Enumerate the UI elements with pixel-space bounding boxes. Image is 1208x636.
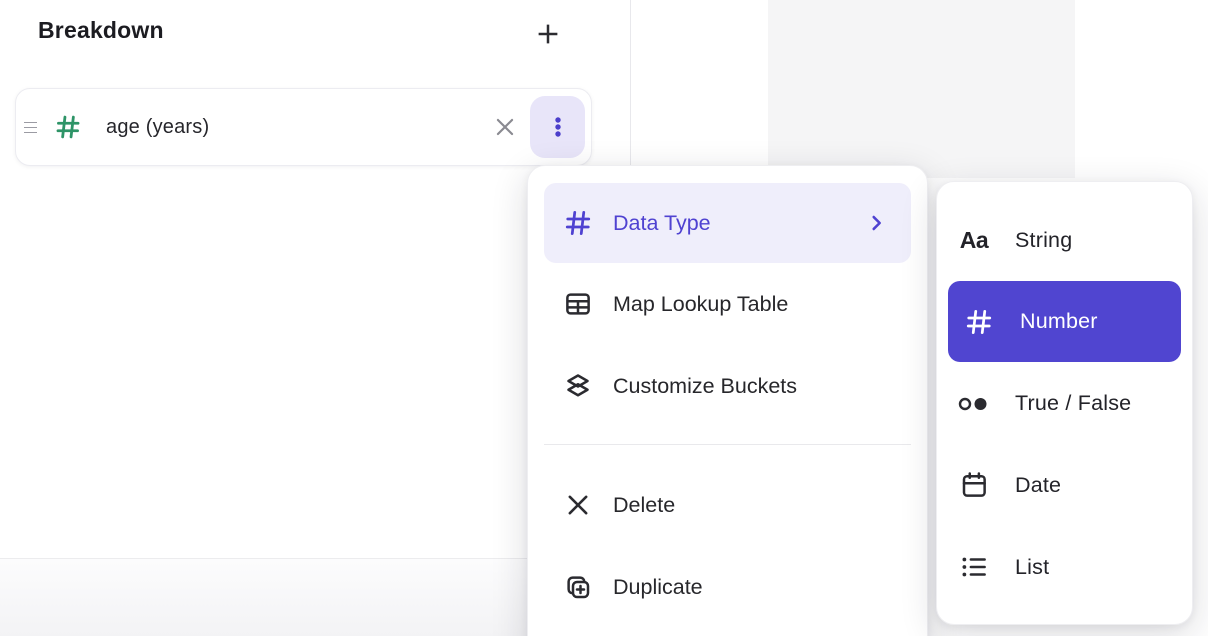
close-icon — [492, 114, 518, 140]
menu-item-label: Delete — [613, 493, 675, 518]
calendar-icon — [957, 470, 991, 500]
boolean-circles-icon — [957, 391, 991, 415]
kebab-icon — [546, 113, 570, 141]
chevron-right-icon — [865, 212, 887, 234]
plus-icon — [533, 19, 563, 49]
hash-icon — [962, 307, 996, 337]
field-name: age (years) — [106, 116, 209, 139]
submenu-item-number[interactable]: Number — [948, 281, 1181, 362]
menu-item-map-lookup-table[interactable]: Map Lookup Table — [528, 263, 927, 345]
menu-item-customize-buckets[interactable]: Customize Buckets — [528, 345, 927, 427]
stack-icon — [561, 371, 595, 401]
menu-item-delete[interactable]: Delete — [528, 464, 927, 546]
table-icon — [561, 289, 595, 319]
field-context-menu: Data Type Map Lookup Table Customize Buc… — [527, 165, 928, 636]
breakdown-field-card: age (years) — [15, 88, 592, 166]
hash-icon — [561, 208, 595, 238]
field-more-options-button[interactable] — [530, 96, 585, 158]
x-icon — [561, 491, 595, 519]
submenu-item-true-false[interactable]: True / False — [937, 362, 1192, 444]
menu-divider — [544, 444, 911, 445]
submenu-item-date[interactable]: Date — [937, 444, 1192, 526]
submenu-item-string[interactable]: Aa String — [937, 199, 1192, 281]
submenu-item-label: True / False — [1015, 391, 1131, 416]
remove-field-button[interactable] — [488, 110, 522, 144]
app-root: Breakdown age (years) Data Type — [0, 0, 1208, 636]
menu-item-data-type[interactable]: Data Type — [544, 183, 911, 263]
drag-handle-icon[interactable] — [24, 115, 40, 139]
submenu-item-list[interactable]: List — [937, 526, 1192, 608]
menu-item-label: Map Lookup Table — [613, 292, 788, 317]
number-type-icon — [54, 113, 82, 141]
submenu-item-label: Date — [1015, 473, 1061, 498]
submenu-item-label: String — [1015, 228, 1072, 253]
breakdown-panel-title: Breakdown — [38, 17, 164, 44]
string-icon: Aa — [957, 227, 991, 254]
data-type-submenu: Aa String Number True / False Date — [936, 181, 1193, 625]
menu-item-label: Data Type — [613, 211, 711, 236]
add-breakdown-button[interactable] — [526, 12, 570, 56]
duplicate-icon — [561, 572, 595, 602]
list-bullets-icon — [957, 552, 991, 582]
menu-item-label: Customize Buckets — [613, 374, 797, 399]
submenu-item-label: List — [1015, 555, 1049, 580]
submenu-item-label: Number — [1020, 309, 1098, 334]
menu-item-label: Duplicate — [613, 575, 703, 600]
content-placeholder-area — [768, 0, 1075, 178]
menu-item-duplicate[interactable]: Duplicate — [528, 546, 927, 628]
panel-divider — [630, 0, 631, 180]
